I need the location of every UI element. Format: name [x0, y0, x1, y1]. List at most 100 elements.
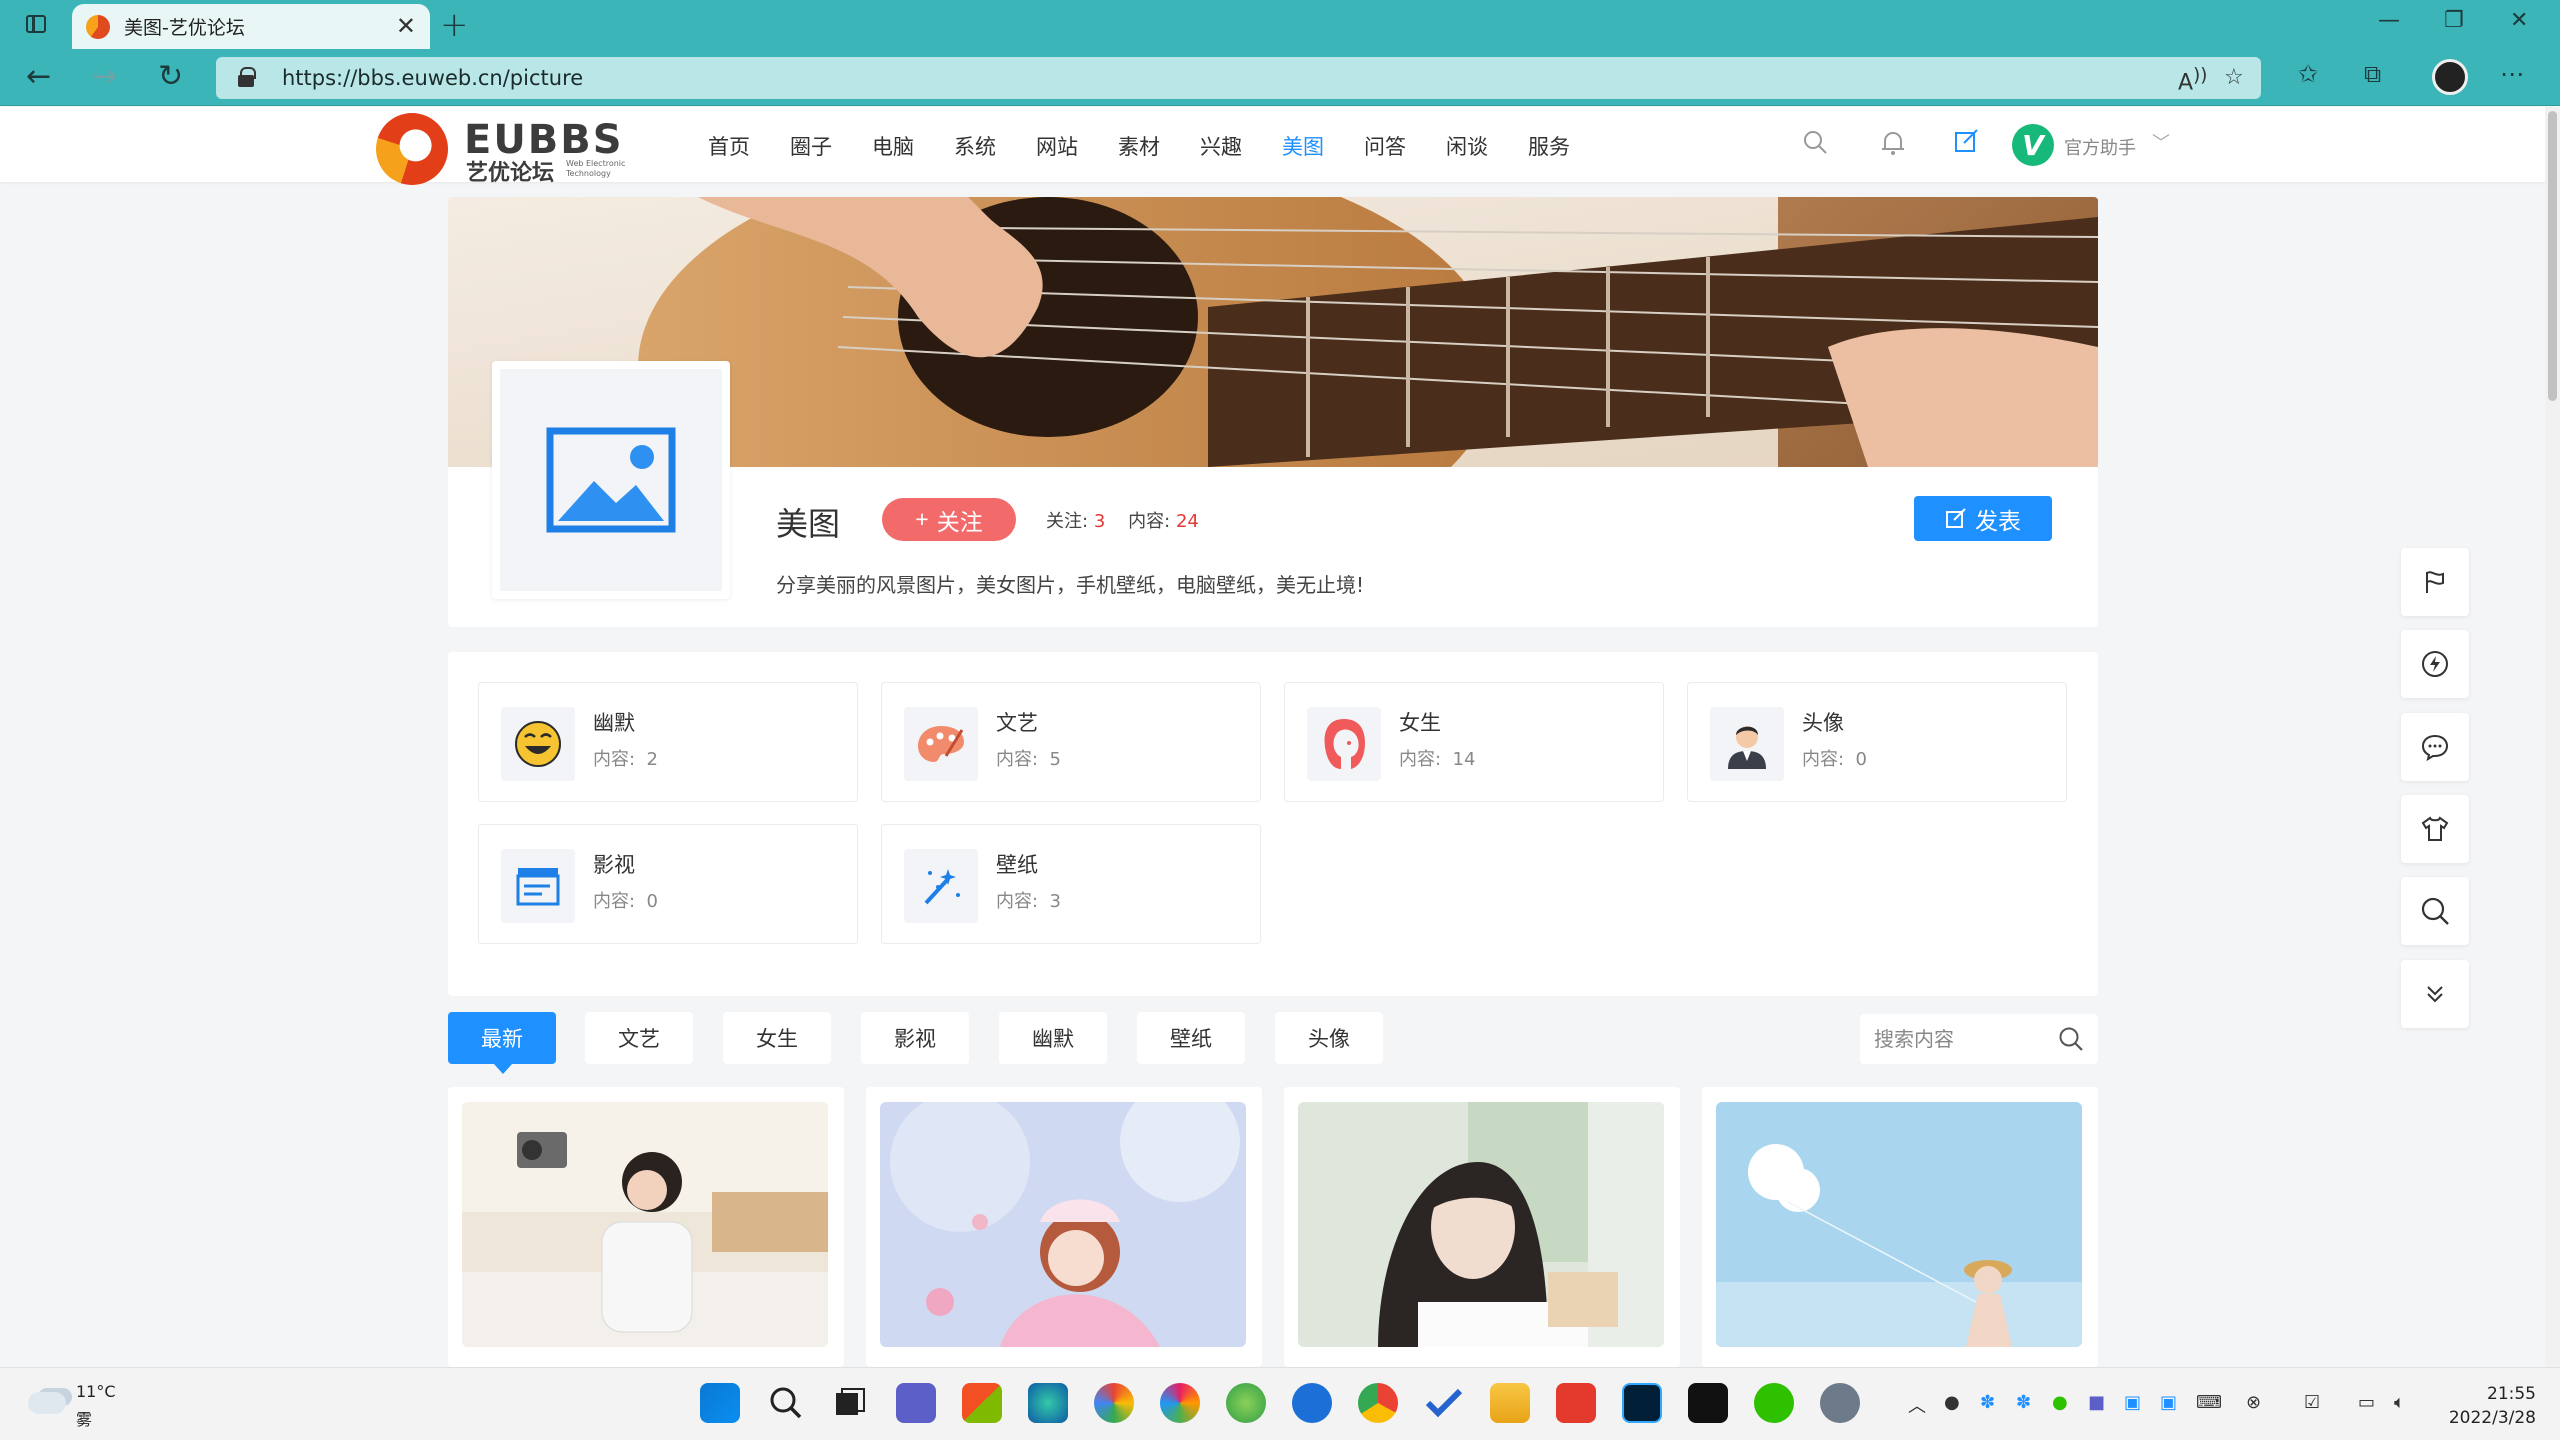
post-image[interactable]	[462, 1102, 828, 1347]
follow-button[interactable]: + 关注	[882, 498, 1016, 541]
page-scrollbar[interactable]	[2545, 107, 2560, 1367]
post-card[interactable]	[1702, 1087, 2098, 1367]
nav-item-service[interactable]: 服务	[1528, 131, 1570, 161]
start-menu-icon[interactable]	[700, 1383, 740, 1423]
nav-item-chat[interactable]: 闲谈	[1446, 131, 1488, 161]
post-card[interactable]	[448, 1087, 844, 1367]
more-menu-icon[interactable]: ⋯	[2500, 60, 2524, 88]
post-image[interactable]	[1716, 1102, 2082, 1347]
tray-app-icon[interactable]: ✽	[1980, 1392, 1995, 1413]
scroll-down-icon[interactable]	[2401, 960, 2469, 1028]
task-view-icon[interactable]	[830, 1383, 870, 1423]
publish-button[interactable]: 发表	[1914, 496, 2052, 541]
post-card[interactable]	[1284, 1087, 1680, 1367]
lightning-icon[interactable]	[2401, 630, 2469, 698]
nav-item-home[interactable]: 首页	[708, 131, 750, 161]
close-tab-icon[interactable]: ✕	[396, 12, 416, 40]
color-app-icon[interactable]	[1094, 1383, 1134, 1423]
filter-tab-humor[interactable]: 幽默	[999, 1012, 1107, 1064]
tray-app-icon[interactable]: ✽	[2016, 1392, 2031, 1413]
teams-chat-icon[interactable]	[896, 1383, 936, 1423]
scrollbar-thumb[interactable]	[2548, 111, 2557, 401]
back-icon[interactable]: ←	[26, 59, 51, 94]
search-icon[interactable]	[1802, 129, 1828, 162]
clock-date[interactable]: 2022/3/28	[2444, 1408, 2536, 1428]
nav-item-qa[interactable]: 问答	[1364, 131, 1406, 161]
post-image[interactable]	[1298, 1102, 1664, 1347]
chat-bubble-icon[interactable]	[2401, 713, 2469, 781]
browser-tab-active[interactable]: 美图-艺优论坛 ✕	[72, 4, 430, 49]
site-logo[interactable]: EUBBS 艺优论坛 Web Electronic Technology	[376, 113, 636, 186]
nav-item-website[interactable]: 网站	[1036, 131, 1078, 161]
search-icon[interactable]	[2058, 1026, 2084, 1052]
todo-check-icon[interactable]	[1424, 1383, 1464, 1423]
file-explorer-icon[interactable]	[1490, 1383, 1530, 1423]
store-icon[interactable]	[962, 1383, 1002, 1423]
wechat-icon[interactable]	[1754, 1383, 1794, 1423]
filter-tab-latest[interactable]: 最新	[448, 1012, 556, 1074]
edge-browser-icon[interactable]	[1028, 1383, 1068, 1423]
tshirt-icon[interactable]	[2401, 795, 2469, 863]
nav-item-interest[interactable]: 兴趣	[1200, 131, 1242, 161]
weather-temperature[interactable]: 11°C	[76, 1382, 116, 1401]
restore-icon[interactable]: ❐	[2444, 8, 2464, 33]
settings-gear-icon[interactable]	[1820, 1383, 1860, 1423]
taskbar-search-icon[interactable]	[766, 1383, 806, 1423]
feather-app-icon[interactable]	[1292, 1383, 1332, 1423]
compose-icon[interactable]	[1954, 129, 1980, 162]
clock-time[interactable]: 21:55	[2486, 1384, 2536, 1404]
read-aloud-icon[interactable]: A))	[2178, 65, 2207, 95]
favorites-icon[interactable]: ✩	[2298, 60, 2318, 88]
weather-description[interactable]: 雾	[76, 1406, 92, 1430]
nav-item-system[interactable]: 系统	[954, 131, 996, 161]
close-circle-icon[interactable]: ⊗	[2246, 1392, 2261, 1413]
minimize-icon[interactable]: —	[2378, 8, 2400, 33]
user-avatar[interactable]: V	[2012, 124, 2054, 166]
wps-office-icon[interactable]	[1556, 1383, 1596, 1423]
keyboard-icon[interactable]: ⌨	[2196, 1392, 2222, 1413]
category-card[interactable]: 头像 内容: 0	[1687, 682, 2067, 802]
nav-item-pictures[interactable]: 美图	[1282, 131, 1324, 161]
photoshop-icon[interactable]	[1622, 1383, 1662, 1423]
nav-item-computer[interactable]: 电脑	[872, 131, 914, 161]
filter-tab-avatar[interactable]: 头像	[1275, 1012, 1383, 1064]
wechat-tray-icon[interactable]: ●	[2052, 1392, 2068, 1413]
collections-icon[interactable]: ⧉	[2364, 60, 2381, 88]
tab-actions-icon[interactable]	[18, 10, 54, 38]
filter-tab-art[interactable]: 文艺	[585, 1012, 693, 1064]
teams-tray-icon[interactable]: ■	[2088, 1392, 2105, 1413]
search-icon[interactable]	[2401, 877, 2469, 945]
profile-avatar[interactable]	[2432, 59, 2468, 95]
category-card[interactable]: 幽默 内容: 2	[478, 682, 858, 802]
category-card[interactable]: 文艺 内容: 5	[881, 682, 1261, 802]
new-tab-icon[interactable]: +	[440, 5, 469, 45]
forward-icon[interactable]: →	[92, 59, 117, 94]
tray-app-icon[interactable]: ▣	[2124, 1392, 2141, 1413]
url-field[interactable]: https://bbs.euweb.cn/picture A)) ☆	[216, 57, 2261, 99]
network-icon[interactable]: ▭	[2358, 1392, 2375, 1413]
show-hidden-icons-icon[interactable]: ︿	[1908, 1392, 1926, 1418]
category-card[interactable]: 女生 内容: 14	[1284, 682, 1664, 802]
category-card[interactable]: 壁纸 内容: 3	[881, 824, 1261, 944]
volume-icon[interactable]: 🔈︎	[2394, 1392, 2405, 1413]
close-window-icon[interactable]: ✕	[2510, 8, 2528, 33]
filter-tab-wallpaper[interactable]: 壁纸	[1137, 1012, 1245, 1064]
search-input[interactable]	[1874, 1024, 2044, 1054]
nav-item-circle[interactable]: 圈子	[790, 131, 832, 161]
refresh-icon[interactable]: ↻	[158, 59, 183, 94]
ie-browser-icon[interactable]	[1226, 1383, 1266, 1423]
nav-item-material[interactable]: 素材	[1118, 131, 1160, 161]
qq-icon[interactable]: ●	[1944, 1392, 1960, 1413]
chrome-icon[interactable]	[1358, 1383, 1398, 1423]
filter-tab-girls[interactable]: 女生	[723, 1012, 831, 1064]
tray-app-icon[interactable]: ▣	[2160, 1392, 2177, 1413]
category-card[interactable]: 影视 内容: 0	[478, 824, 858, 944]
add-favorite-icon[interactable]: ☆	[2224, 65, 2244, 90]
post-image[interactable]	[880, 1102, 1246, 1347]
chevron-down-icon[interactable]: ﹀	[2152, 129, 2170, 155]
filter-tab-film[interactable]: 影视	[861, 1012, 969, 1064]
flag-icon[interactable]	[2401, 548, 2469, 616]
pen-tray-icon[interactable]: ☑	[2304, 1392, 2320, 1413]
post-card[interactable]	[866, 1087, 1262, 1367]
weather-cloud-icon[interactable]	[28, 1392, 66, 1414]
